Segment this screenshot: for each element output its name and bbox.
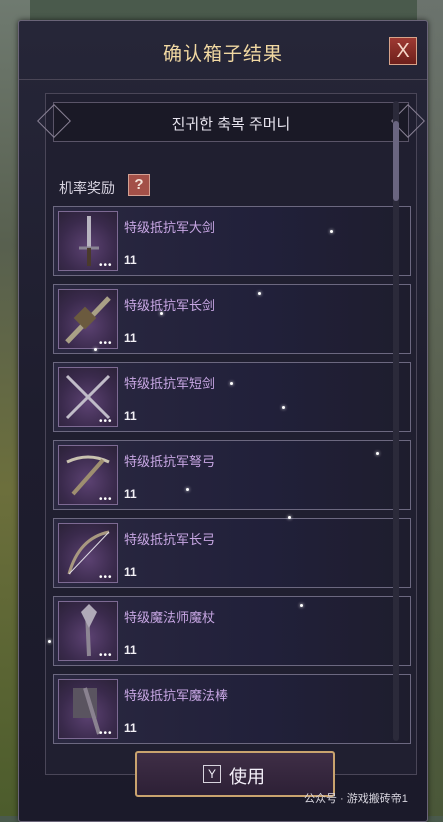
item-quantity: 11 — [124, 487, 137, 501]
more-icon: ••• — [99, 650, 113, 661]
dagger-icon: ••• — [58, 367, 118, 427]
item-name: 特级抵抗军长弓 — [124, 532, 216, 547]
sparkle-particle — [282, 406, 285, 409]
longbow-icon: ••• — [58, 523, 118, 583]
item-name: 特级抵抗军弩弓 — [124, 454, 216, 469]
item-quantity: 11 — [124, 721, 137, 735]
staff-icon: ••• — [58, 679, 118, 739]
use-button-label: 使用 — [229, 767, 265, 787]
more-icon: ••• — [99, 572, 113, 583]
reward-item[interactable]: ••• 特级抵抗军魔法棒 11 — [53, 674, 411, 744]
sparkle-particle — [48, 640, 51, 643]
item-name: 特级抵抗军长剑 — [124, 298, 216, 313]
item-quantity: 11 — [124, 253, 137, 267]
item-name: 特级抵抗军大剑 — [124, 220, 216, 235]
more-icon: ••• — [99, 494, 113, 505]
sparkle-particle — [300, 604, 303, 607]
longsword-icon: ••• — [58, 289, 118, 349]
watermark-text: 公众号 · 游戏搬砖帝1 — [304, 793, 408, 805]
item-quantity: 11 — [124, 643, 137, 657]
help-icon[interactable]: ? — [128, 174, 150, 196]
reward-item[interactable]: ••• 特级抵抗军大剑 11 — [53, 206, 411, 276]
section-label: 机率奖励 — [59, 180, 115, 196]
item-quantity: 11 — [124, 331, 137, 345]
box-name-banner: 진귀한 축복 주머니 — [37, 102, 425, 142]
greatsword-icon: ••• — [58, 211, 118, 271]
sparkle-particle — [160, 312, 163, 315]
title-bar: 确认箱子结果 X — [19, 21, 427, 80]
wand-icon: ••• — [58, 601, 118, 661]
window-title: 确认箱子结果 — [162, 44, 283, 65]
sparkle-particle — [288, 516, 291, 519]
reward-item[interactable]: ••• 特级抵抗军长剑 11 — [53, 284, 411, 354]
item-quantity: 11 — [124, 409, 137, 423]
crossbow-icon: ••• — [58, 445, 118, 505]
more-icon: ••• — [99, 416, 113, 427]
scroll-thumb[interactable] — [393, 121, 399, 201]
reward-item[interactable]: ••• 特级魔法师魔杖 11 — [53, 596, 411, 666]
item-name: 特级魔法师魔杖 — [124, 610, 216, 625]
more-icon: ••• — [99, 728, 113, 739]
more-icon: ••• — [99, 338, 113, 349]
item-name: 特级抵抗军魔法棒 — [124, 688, 229, 703]
reward-item[interactable]: ••• 特级抵抗军弩弓 11 — [53, 440, 411, 510]
reward-item[interactable]: ••• 特级抵抗军长弓 11 — [53, 518, 411, 588]
reward-item[interactable]: ••• 特级抵抗军短剑 11 — [53, 362, 411, 432]
box-name: 진귀한 축복 주머니 — [171, 116, 291, 133]
more-icon: ••• — [99, 260, 113, 271]
sparkle-particle — [330, 230, 333, 233]
item-quantity: 11 — [124, 565, 137, 579]
content-panel: 진귀한 축복 주머니 机率奖励 ? ••• 特级抵抗军大剑 11 ••• 特级抵… — [37, 93, 425, 775]
sparkle-particle — [186, 488, 189, 491]
sparkle-particle — [230, 382, 233, 385]
item-name: 特级抵抗军短剑 — [124, 376, 216, 391]
list-scrollbar[interactable] — [393, 101, 399, 741]
box-result-window: 确认箱子结果 X 진귀한 축복 주머니 机率奖励 ? ••• 特级抵抗军大剑 1… — [18, 20, 428, 822]
sparkle-particle — [94, 348, 97, 351]
sparkle-particle — [258, 292, 261, 295]
close-button[interactable]: X — [389, 37, 417, 65]
sparkle-particle — [376, 452, 379, 455]
key-y-badge: Y — [203, 765, 221, 783]
